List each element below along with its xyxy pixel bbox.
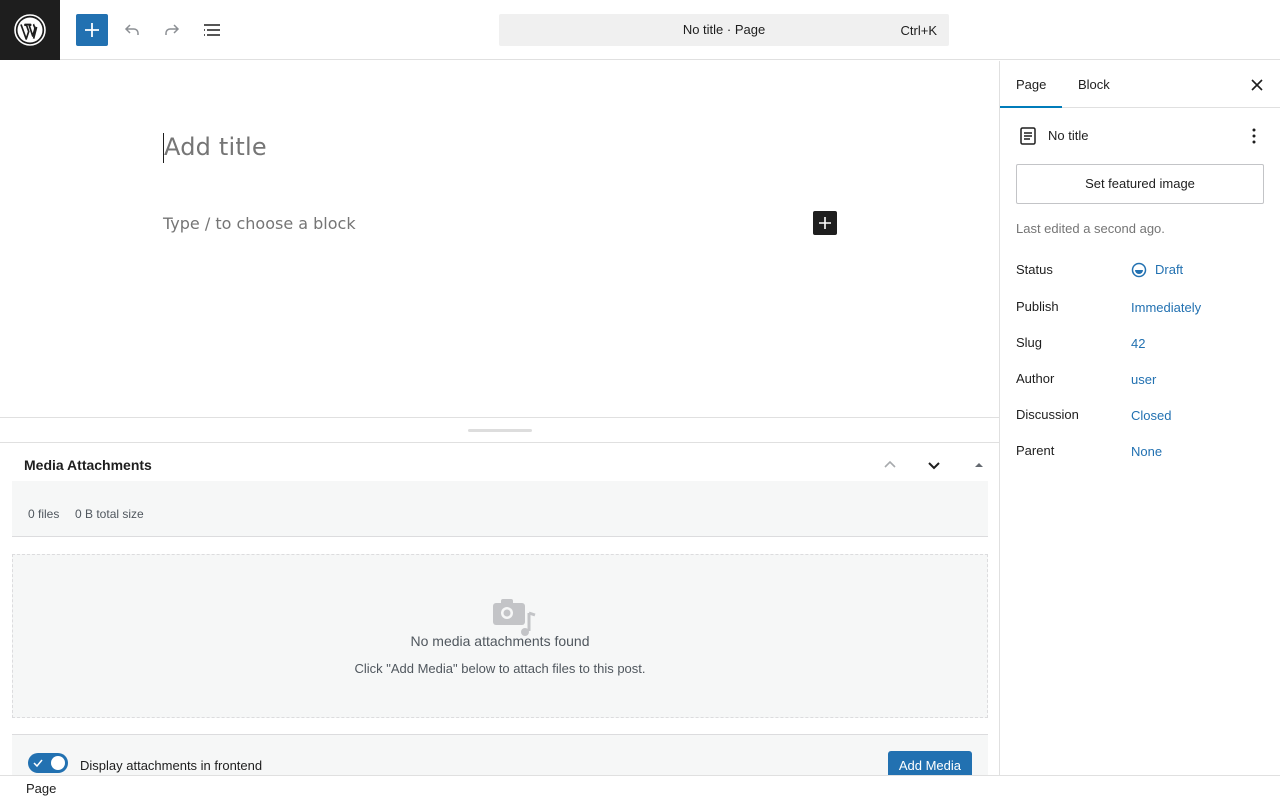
- metabox-resize-area: [0, 417, 999, 443]
- more-vertical-icon: [1252, 128, 1256, 144]
- display-attachments-toggle[interactable]: [28, 753, 68, 773]
- check-icon: [33, 759, 43, 768]
- document-title: No title: [1048, 128, 1089, 143]
- set-featured-image-button[interactable]: Set featured image: [1016, 164, 1264, 204]
- close-icon: [1251, 79, 1263, 91]
- media-attachments-metabox: Media Attachments 0 files 0 B total size…: [0, 443, 999, 775]
- total-size: 0 B total size: [75, 507, 144, 521]
- plus-icon: [819, 217, 831, 229]
- move-down-button[interactable]: [920, 451, 948, 479]
- tab-page[interactable]: Page: [1000, 61, 1063, 108]
- sidebar-tabs: Page Block: [1000, 61, 1280, 108]
- slug-label: Slug: [1016, 335, 1043, 350]
- metabox-title: Media Attachments: [24, 457, 152, 473]
- toggle-panel-button[interactable]: [965, 451, 993, 479]
- editor-header: No title · Page Ctrl+K: [0, 0, 1280, 60]
- status-label: Status: [1016, 262, 1053, 277]
- status-value: Draft: [1155, 262, 1184, 277]
- page-icon: [1020, 127, 1036, 145]
- wordpress-logo-button[interactable]: [0, 0, 60, 60]
- slug-value-button[interactable]: 42: [1131, 336, 1145, 351]
- add-media-button[interactable]: Add Media: [887, 751, 972, 775]
- add-block-button[interactable]: [813, 211, 837, 235]
- editor-footer: Page: [0, 775, 1280, 800]
- document-card: No title: [1016, 124, 1266, 148]
- close-sidebar-button[interactable]: [1245, 73, 1269, 97]
- document-actions-button[interactable]: [1242, 124, 1266, 148]
- chevron-up-icon: [884, 460, 896, 468]
- tab-block[interactable]: Block: [1062, 61, 1126, 108]
- empty-attachments-state: No media attachments found Click "Add Me…: [12, 554, 988, 718]
- command-shortcut: Ctrl+K: [900, 23, 937, 38]
- last-edited-text: Last edited a second ago.: [1016, 221, 1165, 236]
- files-count: 0 files: [28, 507, 60, 521]
- document-overview-button[interactable]: [196, 14, 228, 46]
- author-value-button[interactable]: user: [1131, 372, 1156, 387]
- discussion-value-button[interactable]: Closed: [1131, 408, 1171, 423]
- attachments-footer: Display attachments in frontend Add Medi…: [12, 734, 988, 775]
- discussion-label: Discussion: [1016, 407, 1079, 422]
- resize-handle[interactable]: [468, 429, 532, 432]
- settings-sidebar: Page Block No title Set featured image L…: [999, 61, 1280, 775]
- redo-icon: [165, 24, 180, 35]
- breadcrumb[interactable]: Page: [26, 781, 56, 796]
- post-title-input[interactable]: Add title: [164, 133, 267, 161]
- undo-icon: [124, 24, 139, 35]
- toggle-knob: [51, 756, 65, 770]
- move-up-button[interactable]: [876, 451, 904, 479]
- caret-up-icon: [975, 463, 983, 467]
- editor-canvas: Add title Type / to choose a block: [0, 61, 999, 417]
- wordpress-logo-icon: [14, 14, 46, 46]
- parent-label: Parent: [1016, 443, 1055, 458]
- author-label: Author: [1016, 371, 1055, 386]
- toggle-label: Display attachments in frontend: [80, 758, 263, 773]
- redo-button[interactable]: [156, 14, 188, 46]
- empty-description: Click "Add Media" below to attach files …: [354, 661, 646, 676]
- command-palette-bar[interactable]: No title · Page Ctrl+K: [499, 14, 949, 46]
- publish-label: Publish: [1016, 299, 1059, 314]
- list-view-icon: [204, 24, 220, 36]
- status-value-button[interactable]: Draft: [1131, 262, 1183, 278]
- default-block-appender[interactable]: Type / to choose a block: [163, 214, 356, 233]
- empty-title: No media attachments found: [410, 633, 590, 649]
- block-inserter-button[interactable]: [76, 14, 108, 46]
- undo-button[interactable]: [116, 14, 148, 46]
- draft-status-icon: [1131, 262, 1147, 277]
- parent-value-button[interactable]: None: [1131, 444, 1162, 459]
- attachment-stats: 0 files 0 B total size: [12, 481, 988, 537]
- document-title: No title · Page: [682, 22, 766, 37]
- publish-value-button[interactable]: Immediately: [1131, 300, 1201, 315]
- chevron-down-icon: [928, 462, 940, 470]
- plus-icon: [85, 23, 99, 37]
